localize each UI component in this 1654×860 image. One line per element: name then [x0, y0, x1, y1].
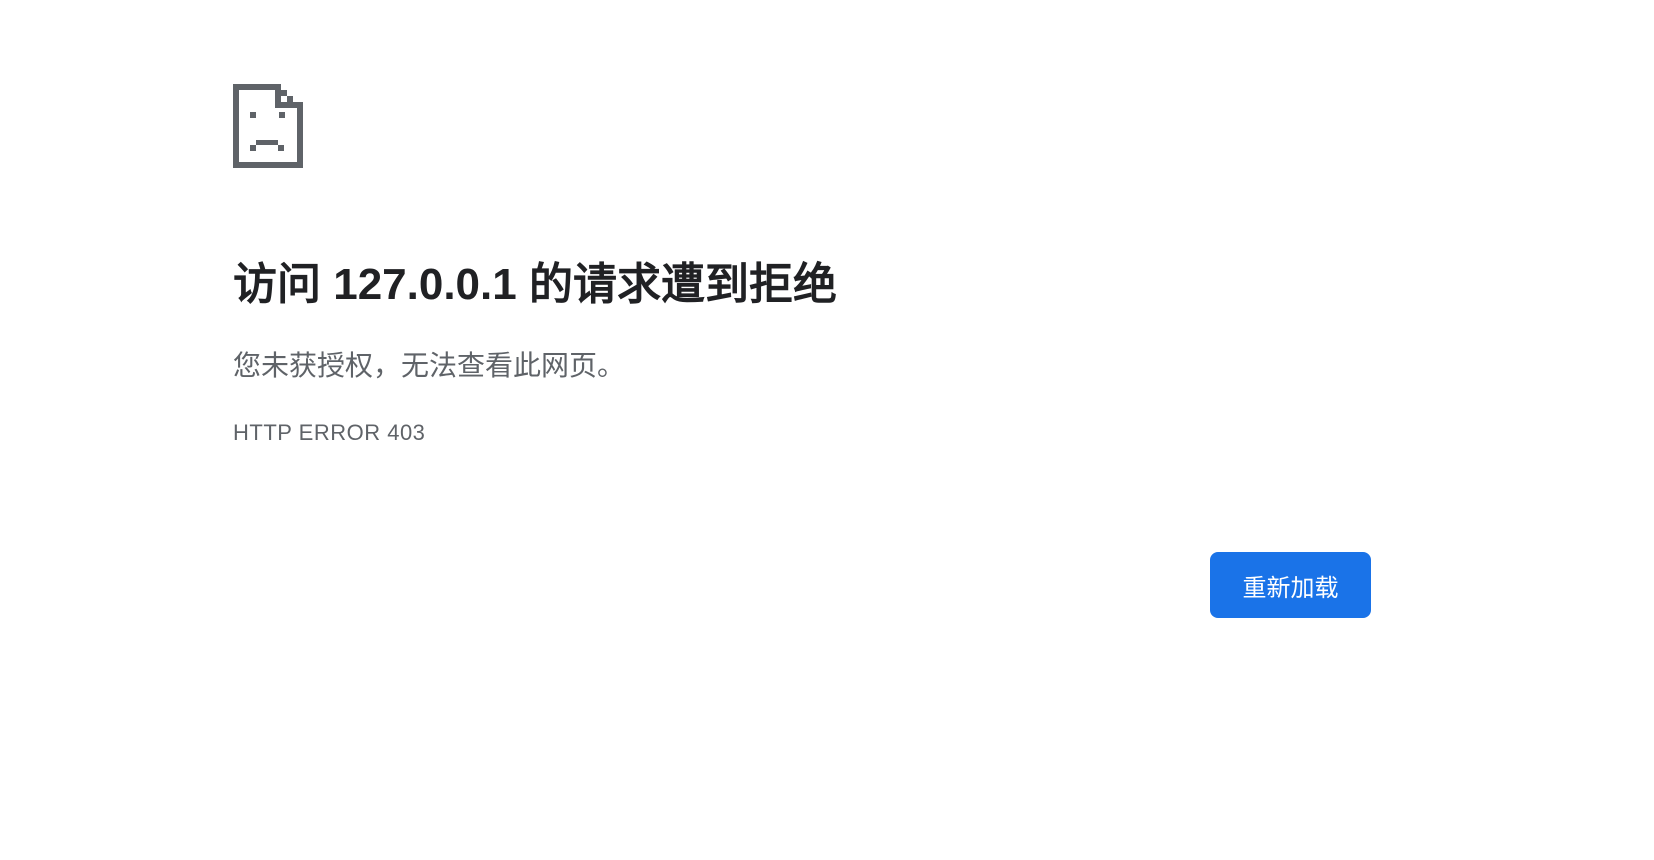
reload-button[interactable]: 重新加载 — [1210, 552, 1371, 618]
error-message: 您未获授权，无法查看此网页。 — [233, 350, 626, 381]
error-heading: 访问 127.0.0.1 的请求遭到拒绝 — [233, 260, 837, 309]
error-page: 访问 127.0.0.1 的请求遭到拒绝 您未获授权，无法查看此网页。 HTTP… — [0, 0, 1654, 860]
sad-page-icon — [233, 84, 303, 168]
error-code: HTTP ERROR 403 — [233, 420, 426, 445]
